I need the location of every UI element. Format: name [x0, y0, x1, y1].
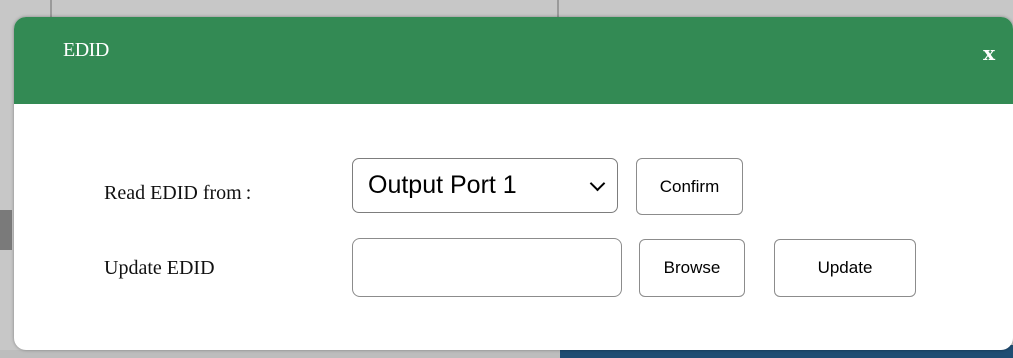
edid-file-input[interactable] [352, 238, 622, 297]
dialog-header: EDID x [14, 17, 1013, 104]
confirm-button[interactable]: Confirm [636, 158, 743, 215]
update-button[interactable]: Update [774, 239, 916, 297]
update-edid-label: Update EDID [104, 257, 215, 279]
browse-button[interactable]: Browse [639, 239, 745, 297]
output-port-select[interactable]: Output Port 1 [352, 158, 618, 213]
select-value: Output Port 1 [368, 171, 517, 199]
edid-dialog: EDID x Read EDID from : Output Port 1 Co… [14, 17, 1013, 350]
background-panel-edge [0, 350, 560, 358]
chevron-down-icon [589, 175, 606, 192]
dialog-title: EDID [63, 39, 109, 61]
close-icon[interactable]: x [983, 43, 995, 63]
background-panel-edge [0, 210, 12, 250]
read-edid-label: Read EDID from : [104, 182, 252, 204]
